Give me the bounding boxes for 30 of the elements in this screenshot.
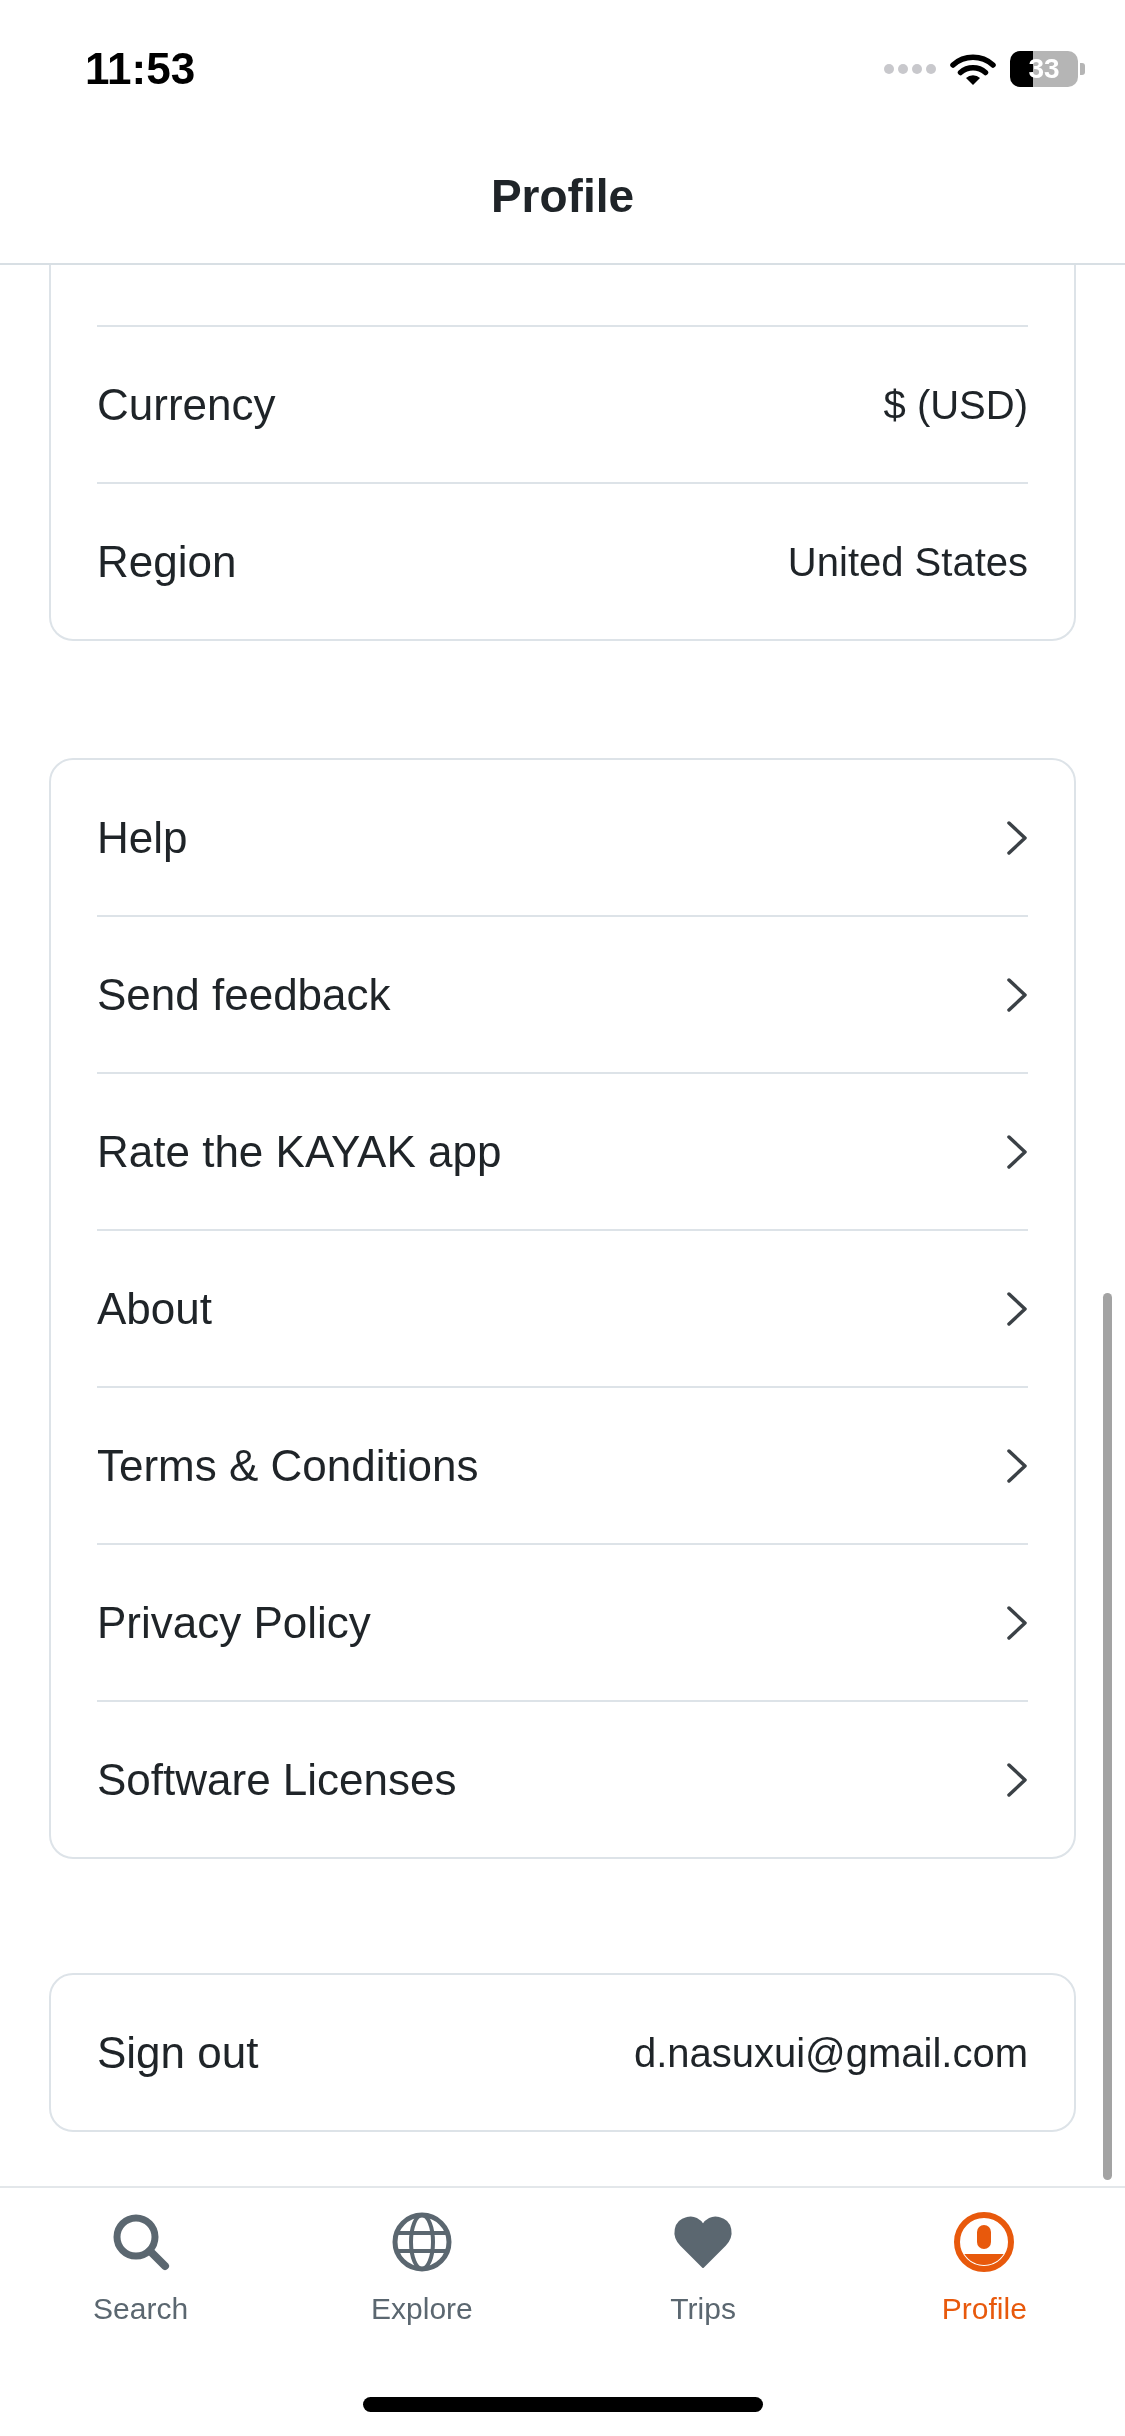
profile-icon [952,2210,1017,2274]
tab-bar-item[interactable]: Profile [843,2210,1125,2326]
row-value: $ (USD) [883,381,1028,429]
chevron-right-icon [1006,1133,1028,1170]
wifi-icon [950,52,996,86]
row-label[interactable]: Region [97,528,237,595]
chevron-right-icon [1006,819,1028,856]
chevron-right-icon [1006,1290,1028,1327]
chevron-right-icon [1006,976,1028,1013]
row-label[interactable]: Sign out [97,2019,259,2086]
row-label[interactable]: Currency [97,371,276,438]
row-label[interactable]: About [97,1275,212,1342]
tab-bar-item[interactable]: Trips [562,2210,844,2326]
chevron-right-icon [1006,1604,1028,1641]
row-value: United States [787,538,1028,586]
row-label[interactable]: Terms & Conditions [97,1432,479,1499]
cellular-signal-icon [884,64,936,74]
tab-bar-item[interactable]: Explore [281,2210,563,2326]
chevron-right-icon [1006,1447,1028,1484]
row-label[interactable]: Help [97,804,188,871]
row-label[interactable]: Send feedback [97,961,391,1028]
row-value: d.nasuxui@gmail.com [633,2029,1028,2077]
status-time: 11:53 [85,43,196,95]
header-title: Profile [490,169,635,224]
chevron-right-icon [1006,1761,1028,1798]
tab-bar-item[interactable]: Search [0,2210,282,2326]
row-label[interactable]: Rate the KAYAK app [97,1118,502,1185]
row-label[interactable]: Software Licenses [97,1746,457,1813]
battery-cap-icon [1080,63,1085,75]
row-label[interactable]: Privacy Policy [97,1589,371,1656]
